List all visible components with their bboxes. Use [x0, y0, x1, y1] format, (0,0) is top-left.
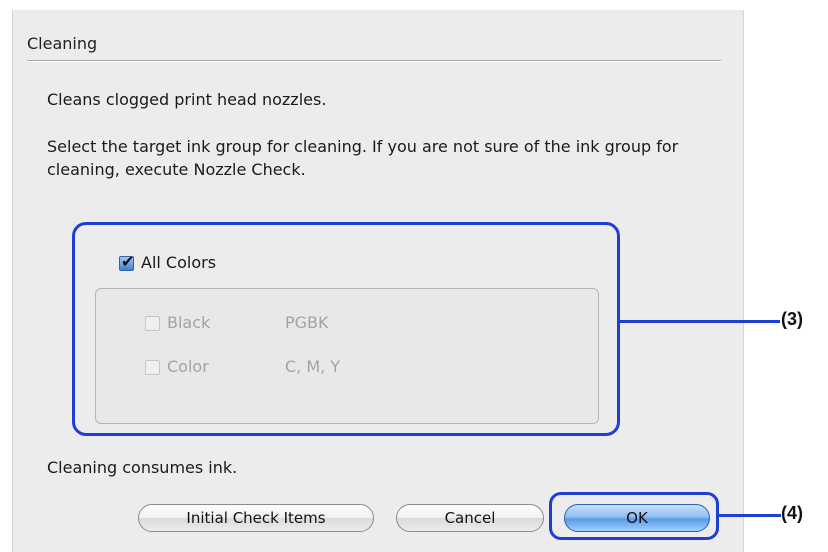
- ok-callout-line: [719, 514, 781, 517]
- ink-group-callout-label: (3): [781, 309, 803, 329]
- ok-callout-box: [549, 492, 719, 540]
- dialog-title: Cleaning: [27, 34, 98, 53]
- initial-check-items-button[interactable]: Initial Check Items: [138, 504, 374, 532]
- cancel-button[interactable]: Cancel: [396, 504, 544, 532]
- title-divider: [27, 60, 721, 62]
- description-text: Cleans clogged print head nozzles.: [47, 90, 327, 109]
- ok-callout-label: (4): [781, 503, 803, 523]
- ink-consumption-note: Cleaning consumes ink.: [47, 458, 238, 477]
- instruction-text: Select the target ink group for cleaning…: [47, 137, 679, 179]
- ink-group-callout-box: [72, 222, 620, 436]
- ink-group-callout-line: [620, 320, 780, 323]
